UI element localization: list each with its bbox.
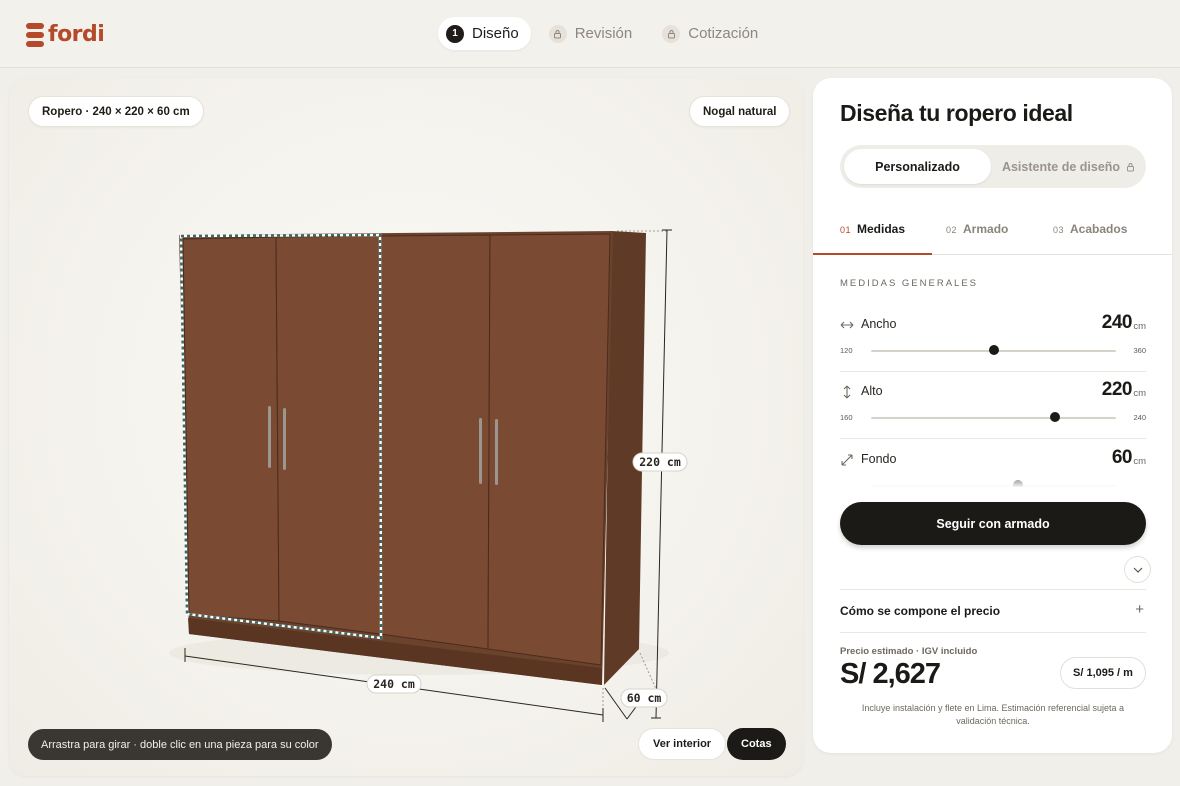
tab-number: 01 [840, 225, 852, 235]
tab-number: 03 [1053, 225, 1065, 235]
price-caption: Precio estimado · IGV incluido [840, 646, 978, 657]
progress-steps: 1 Diseño Revisión Cotización [438, 17, 770, 50]
vertical-arrows-icon [843, 385, 851, 399]
design-mode-toggle: Personalizado Asistente de diseño [840, 145, 1146, 188]
door-handle [283, 408, 286, 470]
tab-label: Acabados [1070, 222, 1128, 236]
top-bar: fordi 1 Diseño Revisión Cotización [0, 0, 1180, 68]
step-revision[interactable]: Revisión [541, 17, 645, 50]
wardrobe-door [487, 233, 611, 666]
svg-text:220 cm: 220 cm [639, 455, 681, 469]
lock-icon [1127, 162, 1135, 171]
slider-min: 160 [840, 413, 853, 422]
ancho-slider-thumb[interactable] [988, 345, 999, 355]
dimension-unit: cm [1133, 321, 1146, 332]
logo-mark-icon [26, 22, 44, 47]
lock-icon [548, 24, 567, 43]
panel-title: Diseña tu ropero ideal [840, 100, 1073, 126]
slider-max: 360 [1133, 346, 1146, 355]
step-diseno[interactable]: 1 Diseño [438, 17, 531, 50]
step-cotizacion[interactable]: Cotización [654, 17, 770, 50]
dimension-label: Ancho [861, 317, 897, 331]
active-tab-indicator [813, 253, 932, 255]
scroll-fade [813, 468, 1172, 488]
step-label: Cotización [688, 25, 759, 42]
continue-to-armado-button[interactable]: Seguir con armado [840, 502, 1146, 545]
dimension-unit: cm [1133, 456, 1146, 467]
door-handle [495, 419, 498, 485]
tab-armado[interactable]: 02 Armado [946, 222, 1008, 236]
slider-min: 120 [840, 346, 853, 355]
brand-logo[interactable]: fordi [26, 22, 105, 47]
finish-pill[interactable]: Nogal natural [689, 96, 791, 127]
estimated-price: S/ 2,627 [840, 658, 941, 690]
wardrobe-door [275, 235, 381, 635]
step-label: Revisión [574, 25, 633, 42]
tab-acabados[interactable]: 03 Acabados [1053, 222, 1127, 236]
price-breakdown-accordion[interactable]: Cómo se compone el precio + [840, 589, 1146, 633]
dimensions-list[interactable]: Ancho 240 cm 120 360 Alto 220 cm 160 240… [813, 303, 1172, 487]
dimension-value: 220 [1101, 379, 1133, 400]
dimension-unit: cm [1133, 388, 1146, 399]
dimension-ancho: Ancho 240 cm 120 360 [840, 303, 1146, 370]
configurator-panel: Diseña tu ropero ideal Personalizado Asi… [813, 78, 1172, 753]
tab-label: Armado [963, 222, 1009, 236]
price-note: Incluye instalación y flete en Lima. Est… [861, 703, 1125, 726]
product-summary-pill: Ropero · 240 × 220 × 60 cm [28, 96, 204, 127]
view-interior-button[interactable]: Ver interior [638, 728, 727, 760]
slider-max: 240 [1133, 413, 1146, 422]
chevron-down-icon [1133, 567, 1142, 573]
price-breakdown-label: Cómo se compone el precio [840, 604, 1001, 618]
interaction-hint: Arrastra para girar · doble clic en una … [28, 729, 332, 760]
dimension-label: Alto [861, 384, 883, 398]
brand-name: fordi [48, 22, 105, 47]
diagonal-arrows-icon [841, 454, 853, 466]
svg-text:60 cm: 60 cm [627, 691, 662, 705]
tab-label: Medidas [857, 222, 906, 236]
svg-text:240 cm: 240 cm [373, 677, 415, 691]
height-dimension-line [655, 229, 668, 719]
mode-assistant-button[interactable]: Asistente de diseño [995, 149, 1142, 184]
height-dimension-label: 220 cm [632, 452, 688, 472]
price-per-meter-badge[interactable]: S/ 1,095 / m [1060, 657, 1146, 689]
dimension-alto: Alto 220 cm 160 240 [840, 370, 1146, 437]
width-dimension-label: 240 cm [366, 674, 422, 694]
dimensions-toggle-button[interactable]: Cotas [727, 728, 786, 760]
wardrobe-render[interactable]: 220 cm 240 cm 60 cm [9, 78, 803, 776]
alto-slider-thumb[interactable] [1049, 412, 1060, 422]
dimension-label: Fondo [861, 452, 897, 466]
config-tabs: 01 Medidas 02 Armado 03 Acabados [813, 208, 1172, 255]
dimension-value: 60 [1111, 447, 1133, 468]
wardrobe-door [378, 234, 491, 650]
dimension-value: 240 [1101, 312, 1133, 333]
step-number: 1 [446, 24, 464, 43]
door-handle [479, 418, 482, 484]
collapse-button[interactable] [1124, 556, 1151, 583]
wardrobe-door [182, 236, 280, 622]
mode-assistant-label: Asistente de diseño [1001, 159, 1121, 174]
wardrobe-3d-viewer[interactable]: 220 cm 240 cm 60 cm Ropero · 240 × 220 ×… [9, 78, 803, 776]
section-label: MEDIDAS GENERALES [840, 278, 978, 289]
alto-slider-track[interactable] [871, 417, 1116, 419]
depth-dimension-label: 60 cm [620, 688, 668, 708]
horizontal-arrows-icon [840, 321, 854, 329]
tab-number: 02 [946, 225, 958, 235]
step-label: Diseño [472, 25, 519, 42]
plus-icon: + [1135, 601, 1144, 618]
door-handle [268, 406, 271, 468]
lock-icon [662, 24, 681, 43]
tab-medidas[interactable]: 01 Medidas [840, 222, 905, 236]
mode-custom-button[interactable]: Personalizado [844, 149, 991, 184]
